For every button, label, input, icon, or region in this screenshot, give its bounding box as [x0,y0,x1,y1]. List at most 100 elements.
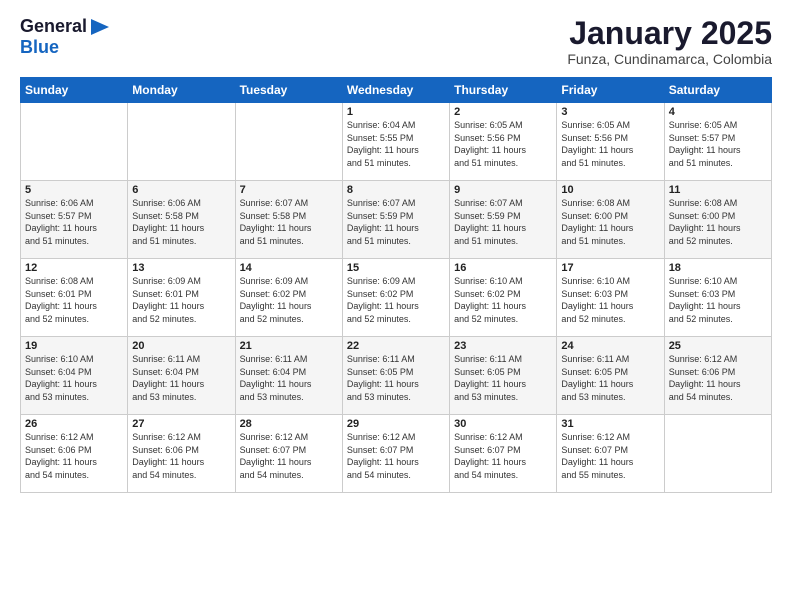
col-monday: Monday [128,78,235,103]
day-number: 14 [240,262,338,274]
day-number: 16 [454,262,552,274]
calendar-cell: 11Sunrise: 6:08 AM Sunset: 6:00 PM Dayli… [664,181,771,259]
day-number: 6 [132,184,230,196]
calendar-cell: 9Sunrise: 6:07 AM Sunset: 5:59 PM Daylig… [450,181,557,259]
title-block: January 2025 Funza, Cundinamarca, Colomb… [567,16,772,67]
calendar-cell: 26Sunrise: 6:12 AM Sunset: 6:06 PM Dayli… [21,415,128,493]
page: General Blue January 2025 Funza, Cundina… [0,0,792,612]
day-number: 28 [240,418,338,430]
day-info: Sunrise: 6:12 AM Sunset: 6:07 PM Dayligh… [454,431,552,481]
day-info: Sunrise: 6:05 AM Sunset: 5:56 PM Dayligh… [454,119,552,169]
day-info: Sunrise: 6:09 AM Sunset: 6:01 PM Dayligh… [132,275,230,325]
calendar-cell [128,103,235,181]
day-info: Sunrise: 6:11 AM Sunset: 6:05 PM Dayligh… [454,353,552,403]
day-number: 13 [132,262,230,274]
day-info: Sunrise: 6:08 AM Sunset: 6:00 PM Dayligh… [669,197,767,247]
calendar-table: Sunday Monday Tuesday Wednesday Thursday… [20,77,772,493]
day-info: Sunrise: 6:07 AM Sunset: 5:59 PM Dayligh… [454,197,552,247]
day-info: Sunrise: 6:11 AM Sunset: 6:04 PM Dayligh… [132,353,230,403]
calendar-cell: 10Sunrise: 6:08 AM Sunset: 6:00 PM Dayli… [557,181,664,259]
day-info: Sunrise: 6:12 AM Sunset: 6:06 PM Dayligh… [25,431,123,481]
calendar-cell [664,415,771,493]
day-info: Sunrise: 6:12 AM Sunset: 6:07 PM Dayligh… [561,431,659,481]
day-info: Sunrise: 6:12 AM Sunset: 6:07 PM Dayligh… [240,431,338,481]
day-info: Sunrise: 6:04 AM Sunset: 5:55 PM Dayligh… [347,119,445,169]
day-number: 26 [25,418,123,430]
col-sunday: Sunday [21,78,128,103]
day-info: Sunrise: 6:10 AM Sunset: 6:03 PM Dayligh… [669,275,767,325]
header-row: Sunday Monday Tuesday Wednesday Thursday… [21,78,772,103]
day-number: 15 [347,262,445,274]
day-info: Sunrise: 6:08 AM Sunset: 6:00 PM Dayligh… [561,197,659,247]
day-info: Sunrise: 6:05 AM Sunset: 5:57 PM Dayligh… [669,119,767,169]
calendar-cell: 7Sunrise: 6:07 AM Sunset: 5:58 PM Daylig… [235,181,342,259]
day-info: Sunrise: 6:10 AM Sunset: 6:02 PM Dayligh… [454,275,552,325]
calendar-cell: 25Sunrise: 6:12 AM Sunset: 6:06 PM Dayli… [664,337,771,415]
header: General Blue January 2025 Funza, Cundina… [20,16,772,67]
day-number: 22 [347,340,445,352]
location-subtitle: Funza, Cundinamarca, Colombia [567,51,772,67]
calendar-cell: 3Sunrise: 6:05 AM Sunset: 5:56 PM Daylig… [557,103,664,181]
day-info: Sunrise: 6:10 AM Sunset: 6:04 PM Dayligh… [25,353,123,403]
week-row-3: 12Sunrise: 6:08 AM Sunset: 6:01 PM Dayli… [21,259,772,337]
day-number: 31 [561,418,659,430]
day-number: 20 [132,340,230,352]
logo-flag-icon [89,17,111,47]
day-info: Sunrise: 6:05 AM Sunset: 5:56 PM Dayligh… [561,119,659,169]
day-number: 4 [669,106,767,118]
day-number: 1 [347,106,445,118]
calendar-cell: 31Sunrise: 6:12 AM Sunset: 6:07 PM Dayli… [557,415,664,493]
week-row-5: 26Sunrise: 6:12 AM Sunset: 6:06 PM Dayli… [21,415,772,493]
calendar-cell: 20Sunrise: 6:11 AM Sunset: 6:04 PM Dayli… [128,337,235,415]
calendar-cell [21,103,128,181]
calendar-cell: 13Sunrise: 6:09 AM Sunset: 6:01 PM Dayli… [128,259,235,337]
col-friday: Friday [557,78,664,103]
day-info: Sunrise: 6:11 AM Sunset: 6:04 PM Dayligh… [240,353,338,403]
calendar-cell: 15Sunrise: 6:09 AM Sunset: 6:02 PM Dayli… [342,259,449,337]
day-number: 21 [240,340,338,352]
week-row-4: 19Sunrise: 6:10 AM Sunset: 6:04 PM Dayli… [21,337,772,415]
calendar-cell: 21Sunrise: 6:11 AM Sunset: 6:04 PM Dayli… [235,337,342,415]
week-row-2: 5Sunrise: 6:06 AM Sunset: 5:57 PM Daylig… [21,181,772,259]
day-number: 5 [25,184,123,196]
calendar-cell [235,103,342,181]
day-number: 18 [669,262,767,274]
calendar-cell: 17Sunrise: 6:10 AM Sunset: 6:03 PM Dayli… [557,259,664,337]
logo: General Blue [20,16,111,58]
day-number: 7 [240,184,338,196]
calendar-cell: 22Sunrise: 6:11 AM Sunset: 6:05 PM Dayli… [342,337,449,415]
day-info: Sunrise: 6:10 AM Sunset: 6:03 PM Dayligh… [561,275,659,325]
day-number: 9 [454,184,552,196]
day-number: 12 [25,262,123,274]
calendar-cell: 18Sunrise: 6:10 AM Sunset: 6:03 PM Dayli… [664,259,771,337]
col-thursday: Thursday [450,78,557,103]
col-tuesday: Tuesday [235,78,342,103]
calendar-cell: 23Sunrise: 6:11 AM Sunset: 6:05 PM Dayli… [450,337,557,415]
logo-blue: Blue [20,37,59,57]
calendar-cell: 28Sunrise: 6:12 AM Sunset: 6:07 PM Dayli… [235,415,342,493]
day-info: Sunrise: 6:08 AM Sunset: 6:01 PM Dayligh… [25,275,123,325]
day-number: 11 [669,184,767,196]
month-year-title: January 2025 [567,16,772,51]
calendar-cell: 6Sunrise: 6:06 AM Sunset: 5:58 PM Daylig… [128,181,235,259]
week-row-1: 1Sunrise: 6:04 AM Sunset: 5:55 PM Daylig… [21,103,772,181]
day-number: 17 [561,262,659,274]
col-saturday: Saturday [664,78,771,103]
calendar-cell: 1Sunrise: 6:04 AM Sunset: 5:55 PM Daylig… [342,103,449,181]
day-number: 19 [25,340,123,352]
day-info: Sunrise: 6:07 AM Sunset: 5:59 PM Dayligh… [347,197,445,247]
calendar-cell: 24Sunrise: 6:11 AM Sunset: 6:05 PM Dayli… [557,337,664,415]
day-number: 30 [454,418,552,430]
day-info: Sunrise: 6:12 AM Sunset: 6:07 PM Dayligh… [347,431,445,481]
calendar-cell: 12Sunrise: 6:08 AM Sunset: 6:01 PM Dayli… [21,259,128,337]
calendar-cell: 30Sunrise: 6:12 AM Sunset: 6:07 PM Dayli… [450,415,557,493]
day-number: 29 [347,418,445,430]
logo-general: General [20,16,87,36]
day-number: 2 [454,106,552,118]
day-info: Sunrise: 6:11 AM Sunset: 6:05 PM Dayligh… [561,353,659,403]
col-wednesday: Wednesday [342,78,449,103]
calendar-cell: 8Sunrise: 6:07 AM Sunset: 5:59 PM Daylig… [342,181,449,259]
day-number: 10 [561,184,659,196]
day-info: Sunrise: 6:12 AM Sunset: 6:06 PM Dayligh… [669,353,767,403]
day-number: 23 [454,340,552,352]
